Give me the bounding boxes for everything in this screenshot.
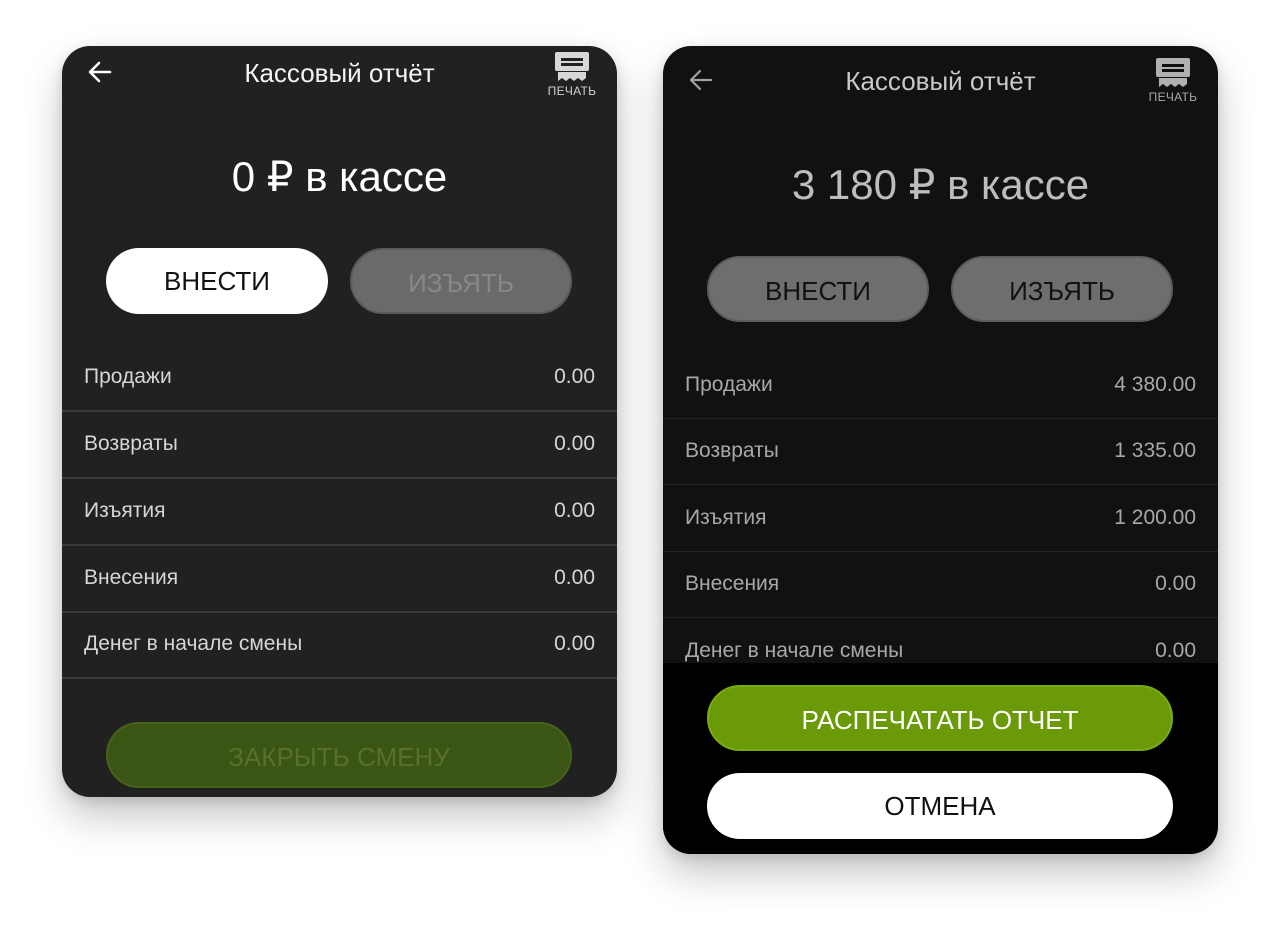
page-title: Кассовый отчёт [845,66,1036,96]
report-row-deposits: Внесения 0.00 [663,551,1218,618]
print-button[interactable]: ПЕЧАТЬ [541,50,603,98]
row-value: 0.00 [554,632,595,655]
action-sheet: РАСПЕЧАТАТЬ ОТЧЕТ ОТМЕНА [663,663,1218,854]
row-value: 0.00 [1155,572,1196,595]
header: Кассовый отчёт ПЕЧАТЬ [663,46,1218,116]
report-row-returns: Возвраты 0.00 [62,411,617,479]
row-label: Возвраты [685,439,779,462]
cash-report-screen-right: Кассовый отчёт ПЕЧАТЬ 3 180 ₽ в кассе ВН… [663,46,1218,854]
report-row-sales: Продажи 4 380.00 [663,352,1218,419]
row-label: Продажи [84,365,172,388]
printer-icon [555,52,589,81]
row-label: Изъятия [685,506,767,529]
row-label: Внесения [84,566,179,589]
row-label: Денег в начале смены [685,639,904,662]
report-row-withdrawals: Изъятия 0.00 [62,478,617,546]
row-value: 0.00 [554,499,595,522]
row-value: 0.00 [554,365,595,388]
printer-icon [1156,58,1190,87]
print-label: ПЕЧАТЬ [547,84,597,98]
cash-balance: 0 ₽ в кассе [231,153,448,200]
cash-report-screen-left: Кассовый отчёт ПЕЧАТЬ 0 ₽ в кассе ВНЕСТИ… [62,46,617,797]
print-button[interactable]: ПЕЧАТЬ [1142,56,1204,104]
deposit-button[interactable]: ВНЕСТИ [106,248,328,314]
withdraw-button[interactable]: ИЗЪЯТЬ [350,248,572,314]
close-shift-button[interactable]: ЗАКРЫТЬ СМЕНУ [106,722,572,788]
row-value: 0.00 [1155,639,1196,662]
row-label: Продажи [685,373,773,396]
print-report-button[interactable]: РАСПЕЧАТАТЬ ОТЧЕТ [707,685,1173,751]
print-label: ПЕЧАТЬ [1148,90,1198,104]
row-label: Внесения [685,572,780,595]
page-title: Кассовый отчёт [244,58,435,88]
row-value: 4 380.00 [1114,373,1196,396]
row-label: Денег в начале смены [84,632,303,655]
report-row-deposits: Внесения 0.00 [62,545,617,613]
report-row-withdrawals: Изъятия 1 200.00 [663,485,1218,552]
cancel-button[interactable]: ОТМЕНА [707,773,1173,839]
row-value: 0.00 [554,566,595,589]
header: Кассовый отчёт ПЕЧАТЬ [62,46,617,116]
row-value: 1 335.00 [1114,439,1196,462]
row-value: 1 200.00 [1114,506,1196,529]
row-value: 0.00 [554,432,595,455]
row-label: Возвраты [84,432,178,455]
row-label: Изъятия [84,499,166,522]
withdraw-button[interactable]: ИЗЪЯТЬ [951,256,1173,322]
cash-balance: 3 180 ₽ в кассе [791,161,1090,208]
deposit-button[interactable]: ВНЕСТИ [707,256,929,322]
report-row-sales: Продажи 0.00 [62,344,617,412]
report-row-opening-cash: Денег в начале смены 0.00 [62,611,617,679]
report-row-returns: Возвраты 1 335.00 [663,418,1218,485]
